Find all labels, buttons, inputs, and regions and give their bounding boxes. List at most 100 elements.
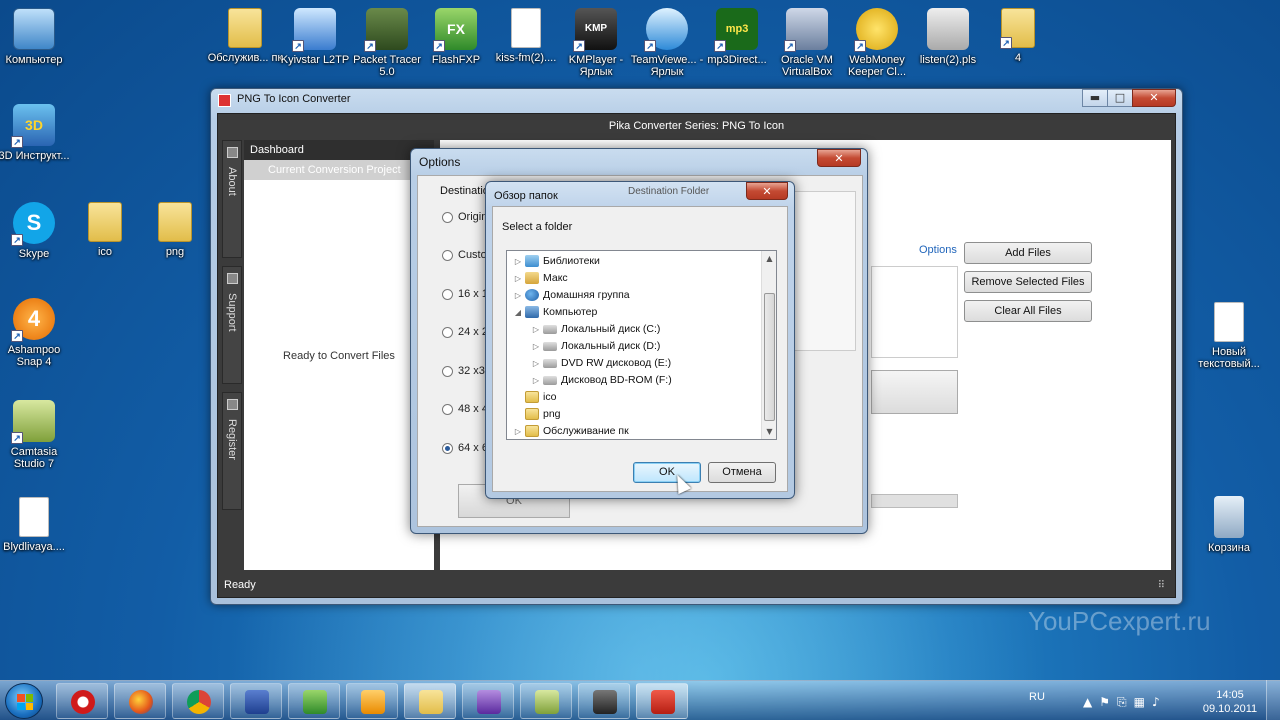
resize-grip-icon[interactable]: ⠿ xyxy=(1158,580,1165,591)
show-desktop-button[interactable] xyxy=(1266,680,1280,720)
browse-cancel-button[interactable]: Отмена xyxy=(708,462,776,483)
options-close-button[interactable]: ✕ xyxy=(817,149,861,167)
taskbar-camera[interactable] xyxy=(578,683,630,719)
browse-ok-button[interactable]: OK xyxy=(633,462,701,483)
system-tray: ▲ ⚑ ⎘ ▦ ♪ xyxy=(1083,695,1160,710)
desktop-icon-label: Компьютер xyxy=(5,54,63,66)
taskbar-chrome[interactable] xyxy=(172,683,224,719)
minimize-button[interactable]: ▬ xyxy=(1082,89,1108,107)
desktop-icon-ico[interactable]: ico xyxy=(67,202,143,258)
taskbar-firefox[interactable] xyxy=(114,683,166,719)
vertical-scrollbar[interactable]: ▲ ▼ xyxy=(761,251,776,439)
tree-item-drive-e[interactable]: ▷ DVD RW дисковод (E:) xyxy=(531,355,671,371)
expand-arrow-icon[interactable]: ▷ xyxy=(513,274,523,283)
expand-arrow-icon[interactable]: ▷ xyxy=(531,359,541,368)
desktop-icon-kissfm[interactable]: kiss-fm(2).... xyxy=(488,8,564,64)
scroll-up-arrow-icon[interactable]: ▲ xyxy=(762,251,776,266)
taskbar-network[interactable] xyxy=(288,683,340,719)
folder-tree[interactable]: ▷ Библиотеки ▷ Макс ▷ Домашняя группа ◢ Комп… xyxy=(506,250,777,440)
tree-item-obsluzhivanie[interactable]: ▷ Обслуживание пк xyxy=(513,423,629,439)
expand-arrow-icon[interactable]: ▷ xyxy=(531,342,541,351)
desktop-icon-png[interactable]: png xyxy=(137,202,213,258)
remove-selected-files-button[interactable]: Remove Selected Files xyxy=(964,271,1092,293)
desktop-icon-mp3directcut[interactable]: mp3 ↗ mp3Direct... xyxy=(699,8,775,66)
desktop-icon-label: Packet Tracer 5.0 xyxy=(353,54,421,78)
desktop-icon-blydlivaya[interactable]: Blydlivaya.... xyxy=(0,497,72,553)
tree-item-drive-d[interactable]: ▷ Локальный диск (D:) xyxy=(531,338,660,354)
desktop-icon-obsluzhivanie[interactable]: Обслужив... пк xyxy=(207,8,283,64)
tree-item-computer[interactable]: ◢ Компьютер xyxy=(513,304,597,320)
scrollbar-thumb[interactable] xyxy=(764,293,775,421)
desktop-icon-listen-pls[interactable]: listen(2).pls xyxy=(910,8,986,66)
radio-32[interactable]: 32 x32 xyxy=(442,365,491,377)
tab-about[interactable]: About xyxy=(222,140,242,258)
tab-register[interactable]: Register xyxy=(222,392,242,510)
taskbar-opera[interactable] xyxy=(56,683,108,719)
clock[interactable]: 14:05 09.10.2011 xyxy=(1200,688,1260,716)
tree-item-homegroup[interactable]: ▷ Домашняя группа xyxy=(513,287,630,303)
dashboard-header[interactable]: Dashboard xyxy=(244,140,434,160)
expand-arrow-icon[interactable]: ▷ xyxy=(513,291,523,300)
scroll-down-arrow-icon[interactable]: ▼ xyxy=(762,424,776,439)
file-list[interactable] xyxy=(871,266,958,358)
expand-arrow-icon[interactable]: ▷ xyxy=(513,257,523,266)
tree-item-libraries[interactable]: ▷ Библиотеки xyxy=(513,253,600,269)
tree-item-user[interactable]: ▷ Макс xyxy=(513,270,568,286)
recycle-bin-icon xyxy=(1214,496,1244,538)
desktop-icon-new-text[interactable]: Новый текстовый... xyxy=(1191,302,1267,370)
desktop-icon-folder-4[interactable]: ↗ 4 xyxy=(980,8,1056,64)
desktop-icon-kmplayer[interactable]: KMP ↗ KMPlayer - Ярлык xyxy=(558,8,634,78)
desktop-icon-computer[interactable]: Компьютер xyxy=(0,8,72,66)
maximize-button[interactable]: □ xyxy=(1107,89,1133,107)
taskbar-video-editor[interactable] xyxy=(462,683,514,719)
close-button[interactable]: ✕ xyxy=(1132,89,1176,107)
tab-support[interactable]: Support xyxy=(222,266,242,384)
convert-button[interactable] xyxy=(871,370,958,414)
desktop-icon-flashfxp[interactable]: FX ↗ FlashFXP xyxy=(418,8,494,66)
expand-arrow-icon[interactable]: ▷ xyxy=(513,427,523,436)
volume-icon[interactable]: ♪ xyxy=(1152,695,1160,710)
network-tray-icon[interactable]: ▦ xyxy=(1134,695,1145,710)
current-project-item[interactable]: Current Conversion Project xyxy=(244,160,434,180)
desktop-icon-recycle-bin[interactable]: Корзина xyxy=(1191,496,1267,554)
document-icon xyxy=(19,497,49,537)
taskbar-media-player[interactable] xyxy=(346,683,398,719)
desktop-icon-ashampoo[interactable]: 4 ↗ Ashampoo Snap 4 xyxy=(0,298,72,368)
tree-item-png[interactable]: png xyxy=(513,406,561,422)
show-hidden-icons-icon[interactable]: ▲ xyxy=(1083,695,1092,710)
folder-icon xyxy=(525,408,539,420)
desktop-icon-camtasia[interactable]: ↗ Camtasia Studio 7 xyxy=(0,400,72,470)
folder-icon xyxy=(525,425,539,437)
desktop-icon-teamviewer[interactable]: ↗ TeamViewe... - Ярлык xyxy=(629,8,705,78)
video-editor-icon xyxy=(477,690,501,714)
desktop-icon-virtualbox[interactable]: ↗ Oracle VM VirtualBox xyxy=(769,8,845,78)
tree-item-drive-c[interactable]: ▷ Локальный диск (C:) xyxy=(531,321,660,337)
expand-arrow-icon[interactable]: ▷ xyxy=(531,325,541,334)
collapse-arrow-icon[interactable]: ◢ xyxy=(513,308,523,317)
app-icon xyxy=(218,94,231,107)
taskbar-save[interactable] xyxy=(230,683,282,719)
taskbar-pika-converter[interactable] xyxy=(636,683,688,719)
window-titlebar[interactable]: PNG To Icon Converter ▬ □ ✕ xyxy=(211,89,1182,111)
desktop-icon-skype[interactable]: S ↗ Skype xyxy=(0,202,72,260)
expand-arrow-icon[interactable]: ▷ xyxy=(531,376,541,385)
tree-item-drive-f[interactable]: ▷ Дисковод BD-ROM (F:) xyxy=(531,372,672,388)
bd-drive-icon xyxy=(543,375,557,385)
desktop-icon-3d[interactable]: 3D ↗ 3D Инструкт... xyxy=(0,104,72,162)
taskbar-explorer[interactable] xyxy=(404,683,456,719)
start-button[interactable] xyxy=(5,683,43,719)
taskbar-camtasia[interactable] xyxy=(520,683,572,719)
desktop-icon-kyivstar[interactable]: ↗ Kyivstar L2TP xyxy=(277,8,353,66)
language-indicator[interactable]: RU xyxy=(1029,691,1045,703)
desktop-icon-packet-tracer[interactable]: ↗ Packet Tracer 5.0 xyxy=(349,8,425,78)
3d-instruction-icon: 3D ↗ xyxy=(11,104,55,148)
camtasia-icon xyxy=(535,690,559,714)
add-files-button[interactable]: Add Files xyxy=(964,242,1092,264)
clear-all-files-button[interactable]: Clear All Files xyxy=(964,300,1092,322)
desktop-icon-webmoney[interactable]: ↗ WebMoney Keeper Cl... xyxy=(839,8,915,78)
tree-item-ico[interactable]: ico xyxy=(513,389,556,405)
flag-icon[interactable]: ⚑ xyxy=(1099,695,1110,710)
usb-icon[interactable]: ⎘ xyxy=(1117,695,1127,710)
browse-close-button[interactable]: ✕ xyxy=(746,182,788,200)
options-link[interactable]: Options xyxy=(919,244,957,256)
